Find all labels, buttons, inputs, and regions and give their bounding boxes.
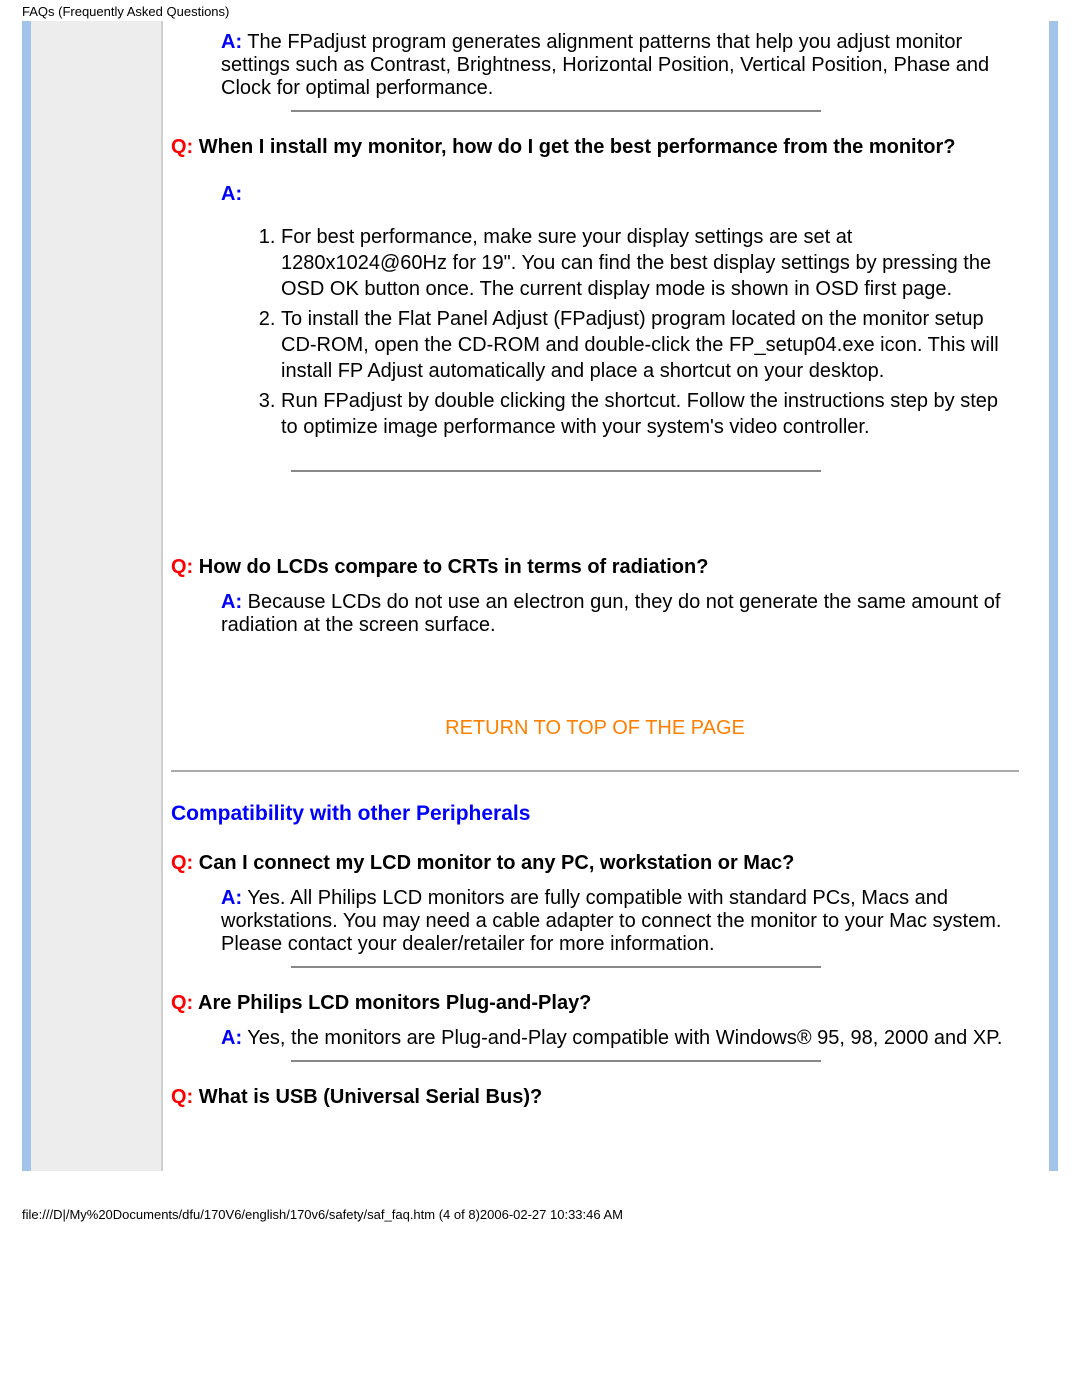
answer-steps-list: For best performance, make sure your dis…	[251, 224, 1019, 440]
divider	[291, 470, 821, 472]
q-label: Q:	[171, 556, 193, 578]
question-plug-and-play: Q: Are Philips LCD monitors Plug-and-Pla…	[171, 992, 1019, 1015]
page-header-title: FAQs (Frequently Asked Questions)	[0, 0, 1080, 21]
answer-text: The FPadjust program generates alignment…	[221, 31, 989, 99]
footer-file-path: file:///D|/My%20Documents/dfu/170V6/engl…	[0, 1171, 1080, 1222]
a-label: A:	[221, 31, 242, 53]
list-item: Run FPadjust by double clicking the shor…	[281, 388, 1019, 440]
section-title-compatibility: Compatibility with other Peripherals	[171, 802, 1019, 826]
answer-plug-and-play: A: Yes, the monitors are Plug-and-Play c…	[221, 1027, 1019, 1050]
answer-text: Yes, the monitors are Plug-and-Play comp…	[242, 1027, 1002, 1049]
question-connect-pc-mac: Q: Can I connect my LCD monitor to any P…	[171, 852, 1019, 875]
list-item: To install the Flat Panel Adjust (FPadju…	[281, 306, 1019, 384]
a-label: A:	[221, 887, 242, 909]
return-to-top-link[interactable]: RETURN TO TOP OF THE PAGE	[171, 717, 1019, 740]
answer-fpadjust: A: The FPadjust program generates alignm…	[221, 31, 1019, 100]
answer-lcd-crt-radiation: A: Because LCDs do not use an electron g…	[221, 591, 1019, 637]
a-label: A:	[221, 1027, 242, 1049]
q-text: Are Philips LCD monitors Plug-and-Play?	[193, 992, 591, 1014]
a-label: A:	[221, 591, 242, 613]
list-item: For best performance, make sure your dis…	[281, 224, 1019, 302]
divider	[291, 966, 821, 968]
answer-text: Yes. All Philips LCD monitors are fully …	[221, 887, 1001, 955]
q-text: When I install my monitor, how do I get …	[193, 136, 955, 158]
divider	[291, 110, 821, 112]
main-content: A: The FPadjust program generates alignm…	[161, 21, 1049, 1171]
q-text: How do LCDs compare to CRTs in terms of …	[193, 556, 708, 578]
q-text: What is USB (Universal Serial Bus)?	[193, 1086, 542, 1108]
answer-text: Because LCDs do not use an electron gun,…	[221, 591, 1000, 636]
q-text: Can I connect my LCD monitor to any PC, …	[193, 852, 794, 874]
q-label: Q:	[171, 136, 193, 158]
section-divider	[171, 770, 1019, 772]
content-frame: A: The FPadjust program generates alignm…	[22, 21, 1058, 1171]
answer-connect-pc-mac: A: Yes. All Philips LCD monitors are ful…	[221, 887, 1019, 956]
left-sidebar-gutter	[31, 21, 161, 1171]
q-label: Q:	[171, 1086, 193, 1108]
question-usb: Q: What is USB (Universal Serial Bus)?	[171, 1086, 1019, 1109]
divider	[291, 1060, 821, 1062]
question-lcd-crt-radiation: Q: How do LCDs compare to CRTs in terms …	[171, 556, 1019, 579]
q-label: Q:	[171, 992, 193, 1014]
q-label: Q:	[171, 852, 193, 874]
question-best-performance: Q: When I install my monitor, how do I g…	[171, 136, 1019, 159]
a-label-standalone: A:	[221, 183, 1019, 206]
